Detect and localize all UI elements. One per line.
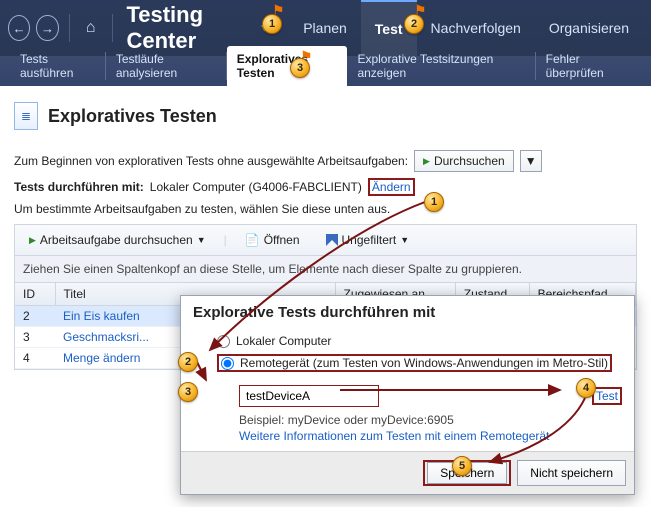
callout-2: 2 — [178, 352, 198, 372]
callout-top-3: 3 — [290, 58, 310, 78]
home-icon[interactable]: ⌂ — [80, 15, 102, 41]
callout-top-2: 2 — [404, 14, 424, 34]
intro-text: Zum Beginnen von explorativen Tests ohne… — [14, 154, 408, 168]
perform-with-label: Tests durchführen mit: — [14, 180, 144, 194]
browse-label: Durchsuchen — [434, 154, 505, 168]
chevron-down-icon: ▼ — [400, 235, 409, 245]
radio-remote-label: Remotegerät (zum Testen von Windows-Anwe… — [240, 356, 608, 370]
divider — [69, 14, 70, 42]
open-button[interactable]: 📄 Öffnen — [237, 229, 308, 251]
radio-local-label: Lokaler Computer — [236, 334, 331, 348]
browse-workitem-button[interactable]: ▶ Arbeitsaufgabe durchsuchen ▼ — [21, 229, 214, 251]
radio-local[interactable] — [217, 335, 230, 348]
work-items-hint: Um bestimmte Arbeitsaufgaben zu testen, … — [14, 202, 390, 216]
open-label: Öffnen — [264, 233, 300, 247]
perform-with-value: Lokaler Computer (G4006-FABCLIENT) — [150, 180, 362, 194]
page-icon: ≣ — [14, 102, 38, 130]
device-example: Beispiel: myDevice oder myDevice:6905 — [239, 413, 622, 427]
subtab-analyze[interactable]: Testläufe analysieren — [106, 46, 227, 86]
cell-id: 3 — [15, 327, 55, 348]
subtab-sessions[interactable]: Explorative Testsitzungen anzeigen — [347, 46, 535, 86]
dont-save-button[interactable]: Nicht speichern — [517, 460, 626, 486]
radio-remote[interactable] — [221, 357, 234, 370]
cell-id: 2 — [15, 306, 55, 327]
play-icon: ▶ — [29, 235, 36, 246]
subtab-run[interactable]: Tests ausführen — [10, 46, 106, 86]
callout-4: 4 — [576, 378, 596, 398]
chevron-down-icon: ▼ — [197, 235, 206, 245]
subtab-verify[interactable]: Fehler überprüfen — [536, 46, 641, 86]
funnel-icon — [326, 234, 338, 246]
test-connection-link[interactable]: Test — [596, 389, 618, 403]
change-link[interactable]: Ändern — [372, 180, 411, 194]
perform-with-dialog: Explorative Tests durchführen mit Lokale… — [180, 295, 635, 495]
open-icon: 📄 — [245, 233, 260, 247]
filter-label: Ungefiltert — [342, 233, 397, 247]
divider — [112, 14, 113, 42]
cell-id: 4 — [15, 348, 55, 369]
device-name-input[interactable] — [239, 385, 379, 407]
subtab-exploratory[interactable]: Exploratives Testen — [227, 46, 348, 86]
back-button[interactable]: ← — [8, 15, 30, 41]
browse-button[interactable]: ▶ Durchsuchen — [414, 150, 514, 172]
play-icon: ▶ — [423, 156, 430, 167]
dialog-title: Explorative Tests durchführen mit — [181, 296, 634, 331]
callout-top-1: 1 — [262, 14, 282, 34]
callout-5: 5 — [452, 456, 472, 476]
group-hint: Ziehen Sie einen Spaltenkopf an diese St… — [15, 256, 636, 283]
filter-button[interactable]: Ungefiltert ▼ — [318, 229, 418, 251]
browse-dropdown[interactable]: ▼ — [520, 150, 542, 172]
more-info-link[interactable]: Weitere Informationen zum Testen mit ein… — [239, 429, 549, 443]
col-id[interactable]: ID — [15, 283, 55, 306]
page-title: Exploratives Testen — [48, 106, 217, 127]
browse-workitem-label: Arbeitsaufgabe durchsuchen — [40, 233, 193, 247]
forward-button[interactable]: → — [36, 15, 58, 41]
callout-3: 3 — [178, 382, 198, 402]
callout-1: 1 — [424, 192, 444, 212]
